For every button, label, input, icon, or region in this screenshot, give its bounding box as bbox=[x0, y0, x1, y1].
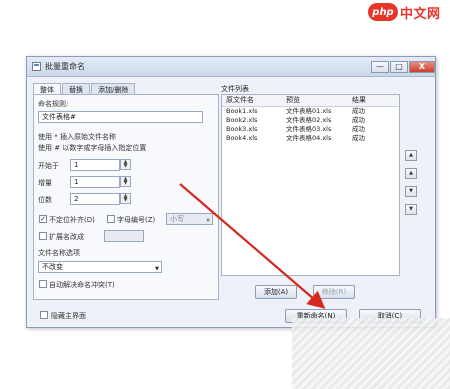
table-row[interactable]: Book2.xls 文件表格02.xls 成功 bbox=[222, 116, 399, 125]
letter-number-checkbox[interactable] bbox=[107, 215, 115, 223]
app-icon bbox=[32, 62, 41, 71]
blurred-region bbox=[292, 318, 450, 389]
close-button[interactable]: X bbox=[409, 60, 435, 73]
help-text-line2: 使用 # 以数字或字母插入指定位置 bbox=[38, 144, 147, 152]
filename-case-select[interactable]: 不改变 ▼ bbox=[38, 261, 162, 273]
file-list-table: 原文件名 预览 结果 Book1.xls 文件表格01.xls 成功 Book2… bbox=[221, 94, 400, 276]
letter-number-label: 字母编号(Z) bbox=[117, 216, 156, 224]
row-result: 成功 bbox=[352, 125, 365, 133]
row-result: 成功 bbox=[352, 134, 365, 142]
table-row[interactable]: Book4.xls 文件表格04.xls 成功 bbox=[222, 134, 399, 143]
maximize-button[interactable]: □ bbox=[390, 60, 408, 73]
row-preview: 文件表格01.xls bbox=[286, 107, 332, 115]
start-spinner[interactable]: ▲ ▼ bbox=[120, 159, 131, 170]
increment-input[interactable]: 1 bbox=[70, 176, 120, 188]
table-row[interactable]: Book1.xls 文件表格01.xls 成功 bbox=[222, 107, 399, 116]
row-original-name: Book2.xls bbox=[226, 116, 258, 124]
table-row[interactable]: Book3.xls 文件表格03.xls 成功 bbox=[222, 125, 399, 134]
watermark-text: 中文网 bbox=[400, 6, 441, 22]
file-list-label: 文件列表 bbox=[221, 85, 249, 93]
extension-label: 扩展名改成 bbox=[49, 233, 84, 241]
digits-spinner[interactable]: ▲ ▼ bbox=[120, 193, 131, 204]
row-result: 成功 bbox=[352, 116, 365, 124]
auto-resolve-label: 自动解决命名冲突(T) bbox=[49, 281, 115, 289]
case-select-value: 小写 bbox=[170, 215, 184, 223]
row-original-name: Book3.xls bbox=[226, 125, 258, 133]
help-text-line1: 使用 * 插入原始文件名称 bbox=[38, 133, 116, 141]
filename-case-value: 不改变 bbox=[42, 263, 63, 271]
filename-case-label: 文件名称选项 bbox=[38, 249, 80, 257]
row-preview: 文件表格04.xls bbox=[286, 134, 332, 142]
chevron-down-icon: ▼ bbox=[155, 266, 159, 272]
row-preview: 文件表格02.xls bbox=[286, 116, 332, 124]
column-preview[interactable]: 预览 bbox=[286, 95, 352, 106]
move-top-button[interactable]: ▲ bbox=[405, 150, 417, 161]
watermark-php-badge: php bbox=[368, 3, 398, 21]
digits-label: 位数 bbox=[38, 196, 52, 204]
unfixed-digits-checkbox[interactable]: ✓ bbox=[39, 215, 47, 223]
unfixed-digits-label: 不定位补齐(D) bbox=[49, 216, 95, 224]
batch-rename-dialog: 批量重命名 — □ X 整体 替换 添加/删除 命名规则: 文件表格# 使用 *… bbox=[26, 56, 436, 328]
file-list-header: 原文件名 预览 结果 bbox=[222, 95, 399, 107]
naming-rule-label: 命名规则: bbox=[38, 100, 69, 108]
move-up-button[interactable]: ▲ bbox=[405, 168, 417, 179]
digits-input[interactable]: 2 bbox=[70, 193, 120, 205]
increment-label: 增量 bbox=[38, 179, 52, 187]
remove-button[interactable]: 移除(R) bbox=[313, 285, 355, 299]
column-result[interactable]: 结果 bbox=[352, 95, 397, 106]
move-bottom-button[interactable]: ▼ bbox=[405, 204, 417, 215]
watermark-logo: php 中文网 bbox=[368, 2, 446, 22]
row-original-name: Book1.xls bbox=[226, 107, 258, 115]
move-down-button[interactable]: ▼ bbox=[405, 186, 417, 197]
extension-input[interactable] bbox=[104, 230, 144, 242]
start-label: 开始于 bbox=[38, 162, 59, 170]
start-input[interactable]: 1 bbox=[70, 159, 120, 171]
title-bar: 批量重命名 — □ X bbox=[27, 57, 435, 77]
row-preview: 文件表格03.xls bbox=[286, 125, 332, 133]
case-select[interactable]: 小写 ▼ bbox=[166, 213, 213, 225]
add-button[interactable]: 添加(A) bbox=[255, 285, 297, 299]
minimize-button[interactable]: — bbox=[371, 60, 389, 73]
extension-checkbox[interactable] bbox=[39, 232, 47, 240]
naming-rule-input[interactable]: 文件表格# bbox=[38, 111, 203, 123]
chevron-down-icon: ▼ bbox=[206, 218, 210, 224]
auto-resolve-checkbox[interactable] bbox=[39, 280, 47, 288]
hide-main-label: 隐藏主界面 bbox=[51, 312, 86, 320]
window-title: 批量重命名 bbox=[45, 62, 85, 71]
row-original-name: Book4.xls bbox=[226, 134, 258, 142]
hide-main-checkbox[interactable] bbox=[40, 311, 48, 319]
column-original-name[interactable]: 原文件名 bbox=[222, 95, 286, 106]
row-result: 成功 bbox=[352, 107, 365, 115]
window-controls: — □ X bbox=[370, 60, 435, 73]
rename-options-panel: 命名规则: 文件表格# 使用 * 插入原始文件名称 使用 # 以数字或字母插入指… bbox=[33, 94, 219, 300]
increment-spinner[interactable]: ▲ ▼ bbox=[120, 176, 131, 187]
